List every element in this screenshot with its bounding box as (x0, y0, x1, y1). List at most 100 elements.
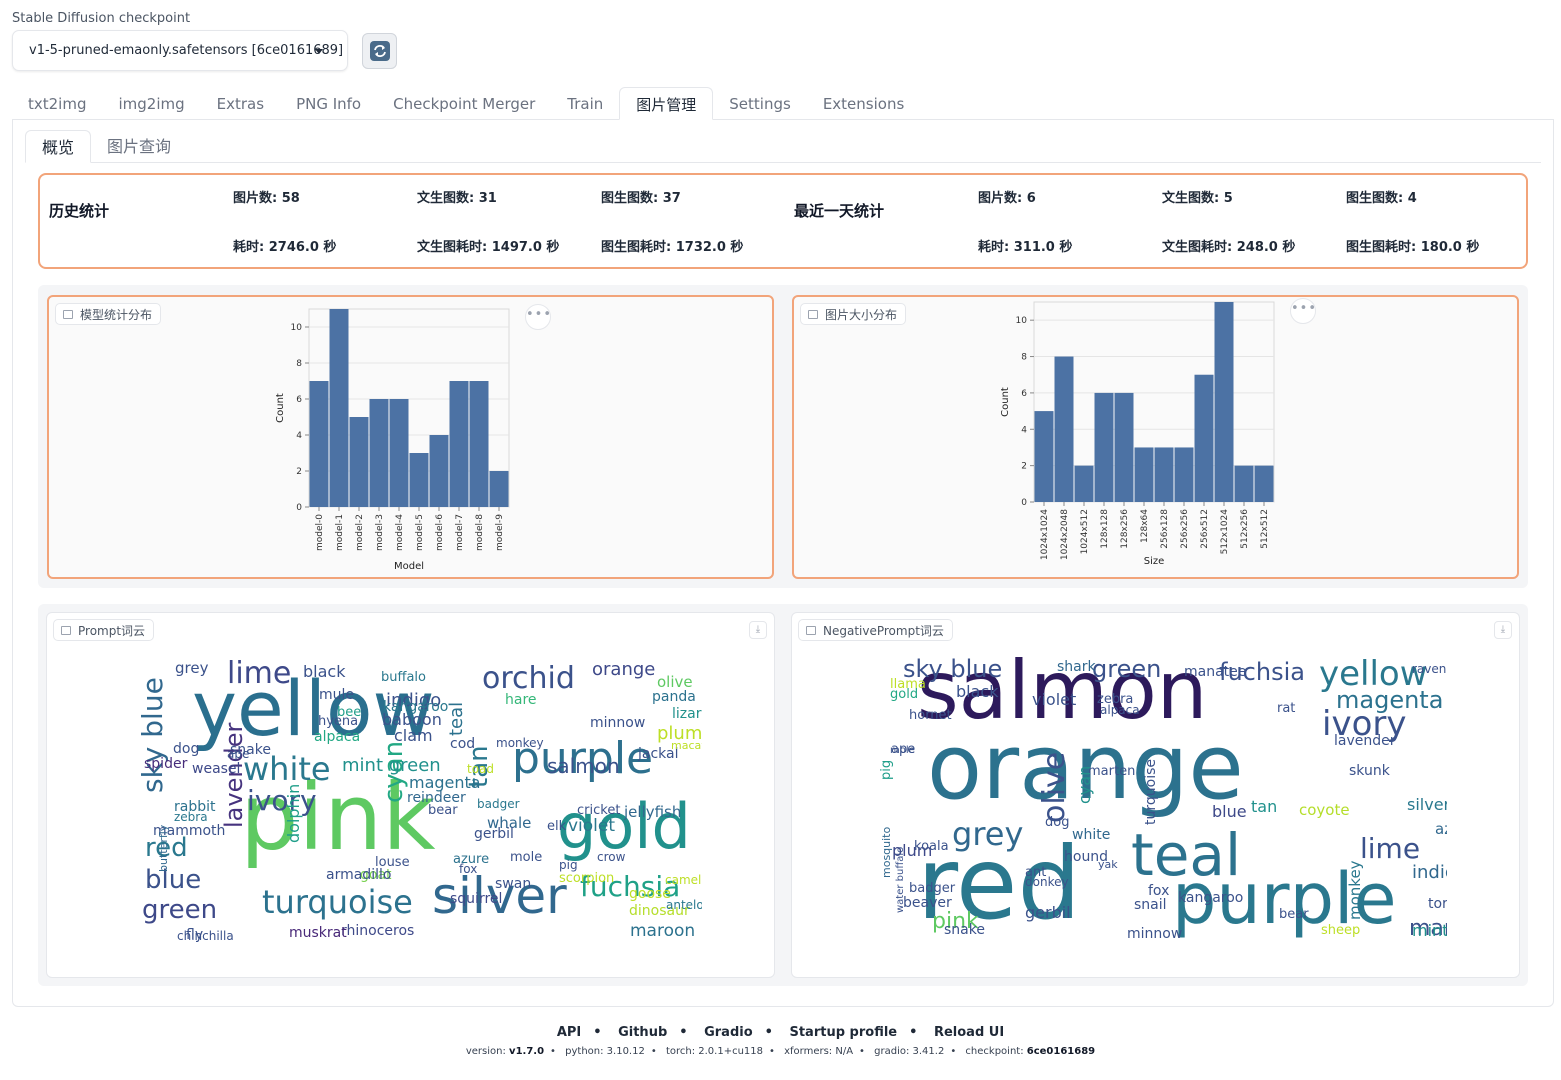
size-chart: 0 2 4 6 8 10 1024x1024 1024x2048 1024x512 128x128… (1000, 301, 1275, 567)
tab-train[interactable]: Train (551, 87, 619, 120)
day-img2img-time: 图生图耗时: 180.0 秒 (1346, 240, 1480, 255)
x-tick-label: 256x512 (1200, 509, 1210, 549)
word: spider (144, 756, 188, 772)
tab-extras[interactable]: Extras (201, 87, 280, 120)
bar (1034, 411, 1054, 502)
footer-links: API • Github • Gradio • Startup profile • Re… (556, 1025, 1005, 1040)
bar (1254, 465, 1274, 502)
tab-txt2img[interactable]: txt2img (12, 87, 102, 120)
y-axis-label: Count (275, 393, 286, 423)
x-axis-label: Model (394, 561, 424, 572)
word: turquoise (262, 883, 413, 921)
x-tick-label: 128x256 (1120, 509, 1130, 549)
word: yak (1098, 858, 1118, 871)
word: dolphin (284, 784, 303, 843)
gradio-version: gradio: 3.41.2 (874, 1046, 945, 1057)
word: water buffalo (895, 847, 906, 913)
x-tick-label: 512x256 (1240, 509, 1250, 549)
history-txt2img-time: 文生图耗时: 1497.0 秒 (417, 240, 560, 255)
word: marten (1088, 764, 1135, 779)
x-tick-label: model-1 (335, 514, 345, 551)
word: pig (879, 760, 894, 780)
word: kangaroo (1178, 890, 1243, 906)
bar (349, 417, 369, 507)
word: chinchilla (177, 929, 234, 943)
y-tick-label: 10 (291, 323, 303, 333)
word: blue (1212, 802, 1247, 821)
y-tick-label: 0 (296, 503, 302, 513)
footer-link-github[interactable]: Github (618, 1025, 667, 1040)
xformers-version: xformers: N/A (784, 1046, 854, 1057)
word: beaver (903, 895, 952, 911)
bar (1134, 447, 1154, 502)
word: teal (1131, 821, 1241, 889)
word: lizard (672, 706, 710, 722)
word: sheep (1321, 923, 1360, 938)
tab-checkpoint-merger[interactable]: Checkpoint Merger (377, 87, 551, 120)
y-tick-label: 6 (1021, 389, 1027, 399)
word: orchid (482, 661, 575, 696)
x-tick-label: 512x512 (1260, 509, 1270, 549)
word: bee (337, 705, 361, 720)
word: hornet (909, 708, 952, 723)
word: lavender (1334, 733, 1396, 749)
word: cyan (1075, 766, 1094, 804)
tab-extensions[interactable]: Extensions (807, 87, 920, 120)
word: snake (230, 742, 271, 758)
checkpoint-label: Stable Diffusion checkpoint (12, 11, 191, 26)
history-img2img-count: 图生图数: 37 (601, 191, 681, 206)
word: badger (909, 881, 956, 896)
tab-overview[interactable]: 概览 (25, 130, 92, 163)
bar (469, 381, 489, 507)
word: mole (510, 850, 542, 865)
negative-wordcloud-panel: NegativePrompt词云 ⤓ salmon orange red purple… (791, 612, 1520, 978)
tab-img2img[interactable]: img2img (102, 87, 200, 120)
tab-settings[interactable]: Settings (713, 87, 807, 120)
version-value: v1.7.0 (509, 1046, 545, 1057)
refresh-checkpoint-button[interactable] (362, 33, 397, 69)
word: olive (1037, 752, 1072, 823)
day-stats-title: 最近一天统计 (794, 202, 885, 220)
word: minnow (590, 715, 645, 731)
footer-link-startup-profile[interactable]: Startup profile (789, 1025, 897, 1040)
word: snail (1134, 897, 1167, 913)
word: violet (568, 816, 615, 836)
footer-link-gradio[interactable]: Gradio (704, 1025, 753, 1040)
y-tick-label: 4 (1021, 425, 1027, 435)
python-version: python: 3.10.12 (565, 1046, 645, 1057)
x-tick-label: model-5 (415, 514, 425, 551)
x-tick-label: 1024x512 (1080, 509, 1090, 554)
word: clam (394, 726, 433, 745)
word: orange (592, 659, 655, 680)
word: donkey (1025, 875, 1069, 889)
word: blue (145, 865, 201, 895)
word: maroon (630, 921, 695, 941)
bar (1174, 447, 1194, 502)
bar (429, 435, 449, 507)
word: rhinoceros (341, 923, 414, 939)
tab-image-management[interactable]: 图片管理 (619, 87, 714, 120)
word: scorpion (559, 871, 614, 886)
bar (1054, 356, 1074, 502)
word: hare (505, 692, 537, 708)
tab-png-info[interactable]: PNG Info (280, 87, 377, 120)
bar (329, 309, 349, 507)
day-txt2img-time: 文生图耗时: 248.0 秒 (1162, 240, 1296, 255)
x-tick-label: model-0 (315, 514, 325, 551)
word: lime (1360, 832, 1420, 865)
bar (1194, 374, 1214, 502)
word: white (1072, 827, 1110, 843)
tab-image-query[interactable]: 图片查询 (91, 130, 187, 163)
y-tick-label: 8 (1021, 353, 1027, 363)
prompt-wordcloud: yellowpinksilvergoldpurpleorchidturquois… (136, 653, 710, 943)
word: sky blue (136, 677, 169, 793)
bar (1234, 465, 1254, 502)
history-stats-title: 历史统计 (49, 202, 110, 220)
footer-link-api[interactable]: API (557, 1025, 581, 1040)
day-time: 耗时: 311.0 秒 (978, 240, 1073, 255)
footer-link-reload-ui[interactable]: Reload UI (934, 1025, 1004, 1040)
x-tick-label: 512x1024 (1220, 509, 1230, 555)
y-tick-label: 4 (296, 431, 302, 441)
checkpoint-dropdown[interactable]: v1-5-pruned-emaonly.safetensors [6ce0161… (12, 30, 348, 71)
x-tick-label: model-4 (395, 514, 405, 551)
